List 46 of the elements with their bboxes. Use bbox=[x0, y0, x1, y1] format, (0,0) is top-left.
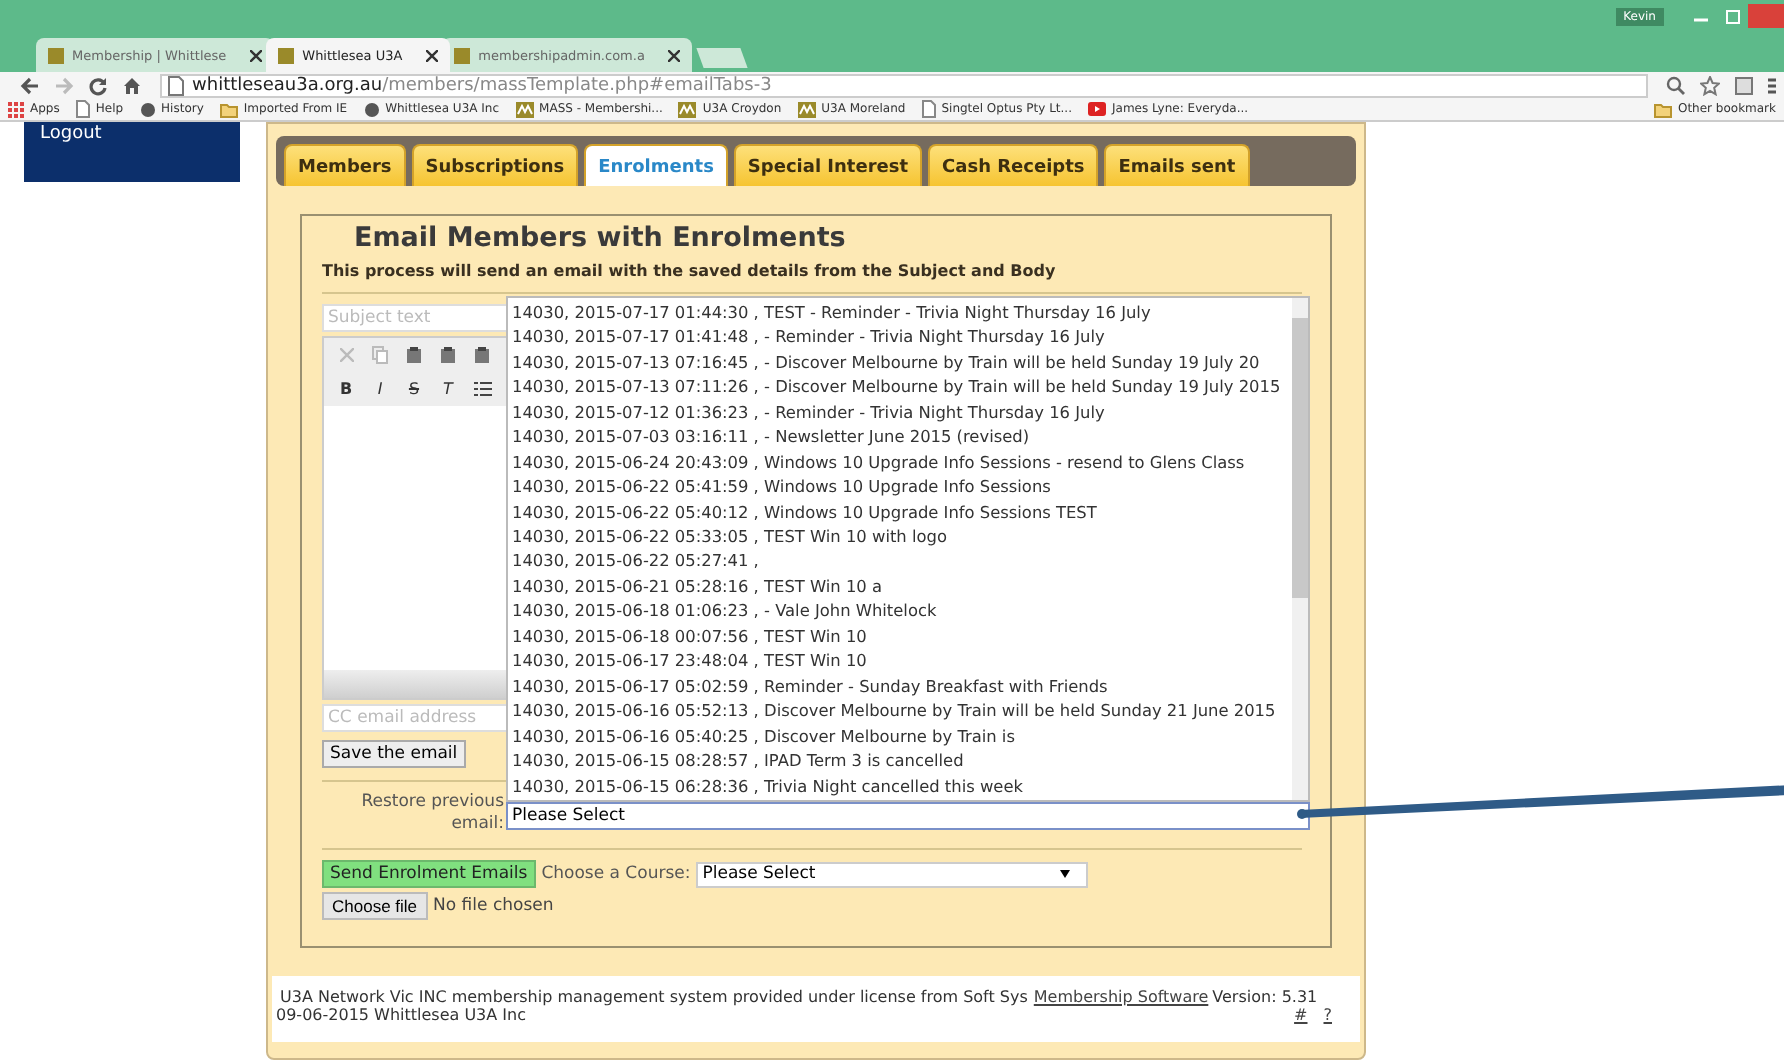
footer-text: U3A Network Vic INC membership management system provided under license from Soft Sys bbox=[280, 988, 1028, 1006]
save-email-button[interactable]: Save the email bbox=[322, 740, 466, 768]
tab[interactable]: Enrolments bbox=[584, 144, 728, 186]
file-status: No file chosen bbox=[433, 896, 554, 916]
dropdown-option[interactable]: 14030, 2015-06-22 05:33:05 , TEST Win 10 with logo bbox=[512, 524, 1288, 549]
tab[interactable]: Special Interest bbox=[733, 144, 923, 186]
version-text: Version: 5.31 bbox=[1212, 988, 1318, 1006]
dropdown-option[interactable]: 14030, 2015-07-03 03:16:11 , - Newsletter June 2015 (revised) bbox=[512, 424, 1288, 450]
restore-label: Restore previous email: bbox=[359, 792, 506, 836]
dropdown-option[interactable]: 14030, 2015-06-17 23:48:04 , TEST Win 10 bbox=[512, 648, 1288, 674]
strikethrough-button[interactable]: S bbox=[400, 376, 428, 402]
choose-file-button[interactable]: Choose file bbox=[322, 892, 428, 920]
dropdown-option[interactable]: 14030, 2015-07-13 07:11:26 , - Discover Melbourne by Train will be held Sunday 19 July 2015 bbox=[512, 374, 1288, 400]
dropdown-option[interactable]: 14030, 2015-07-17 01:44:30 , TEST - Reminder - Trivia Night Thursday 16 July bbox=[512, 299, 1288, 325]
dropdown-option[interactable]: 14030, 2015-06-24 20:43:09 , Windows 10 Upgrade Info Sessions - resend to Glens Class bbox=[512, 449, 1288, 475]
italic-button[interactable]: I bbox=[366, 376, 394, 402]
footer-date: 09-06-2015 Whittlesea U3A Inc bbox=[276, 1006, 526, 1024]
tab[interactable]: Members bbox=[284, 144, 406, 186]
dropdown-option[interactable]: 14030, 2015-06-16 05:40:25 , Discover Melbourne by Train is bbox=[512, 723, 1288, 749]
form-description: This process will send an email with the saved details from the Subject and Body bbox=[322, 262, 1058, 280]
dropdown-option[interactable]: 14030, 2015-07-17 01:41:48 , - Reminder - Trivia Night Thursday 16 July bbox=[512, 324, 1288, 350]
dropdown-option[interactable]: 14030, 2015-06-17 05:02:59 , Reminder - Sunday Breakfast with Friends bbox=[512, 673, 1288, 699]
footer-link[interactable]: # bbox=[1294, 1006, 1308, 1024]
dropdown-option[interactable]: 14030, 2015-06-15 06:28:36 , Trivia Night cancelled this week bbox=[512, 773, 1288, 798]
tab[interactable]: Emails sent bbox=[1104, 144, 1250, 186]
dropdown-option[interactable]: 14030, 2015-06-22 05:27:41 , bbox=[512, 548, 1288, 574]
clear-format-button[interactable]: T bbox=[434, 376, 462, 402]
dropdown-option[interactable]: 14030, 2015-07-12 01:36:23 , - Reminder - Trivia Night Thursday 16 July bbox=[512, 399, 1288, 425]
course-label: Choose a Course: bbox=[541, 864, 691, 884]
send-emails-button[interactable]: Send Enrolment Emails bbox=[322, 860, 536, 888]
tab[interactable]: Subscriptions bbox=[411, 144, 579, 186]
bold-button[interactable]: B bbox=[332, 376, 360, 402]
dropdown-option[interactable]: 14030, 2015-06-18 01:06:23 , - Vale John Whitelock bbox=[512, 598, 1288, 624]
dropdown-option[interactable]: 14030, 2015-06-16 05:52:13 , Discover Melbourne by Train will be held Sunday 21 June 2015 bbox=[512, 698, 1288, 724]
footer-link[interactable]: ? bbox=[1323, 1006, 1332, 1024]
logout-link[interactable]: Logout bbox=[40, 130, 102, 140]
membership-software-link[interactable]: Membership Software bbox=[1033, 988, 1209, 1006]
tab[interactable]: Cash Receipts bbox=[928, 144, 1099, 186]
course-select[interactable]: Please Select bbox=[696, 861, 1089, 887]
dropdown-option[interactable]: 14030, 2015-07-13 07:16:45 , - Discover Melbourne by Train will be held Sunday 19 July 20 bbox=[512, 349, 1288, 375]
restore-email-select[interactable]: Please Select bbox=[506, 802, 1310, 830]
dropdown-option[interactable]: 14030, 2015-06-18 00:07:56 , TEST Win 10 bbox=[512, 623, 1288, 649]
dropdown-option[interactable]: 14030, 2015-06-22 05:40:12 , Windows 10 Upgrade Info Sessions TEST bbox=[512, 499, 1288, 525]
dropdown-option[interactable]: 14030, 2015-06-21 05:28:16 , TEST Win 10 a bbox=[512, 573, 1288, 599]
dropdown-option[interactable]: 14030, 2015-06-22 05:41:59 , Windows 10 Upgrade Info Sessions bbox=[512, 474, 1288, 500]
dropdown-option[interactable]: 14030, 2015-06-15 08:28:57 , IPAD Term 3 is cancelled bbox=[512, 748, 1288, 774]
